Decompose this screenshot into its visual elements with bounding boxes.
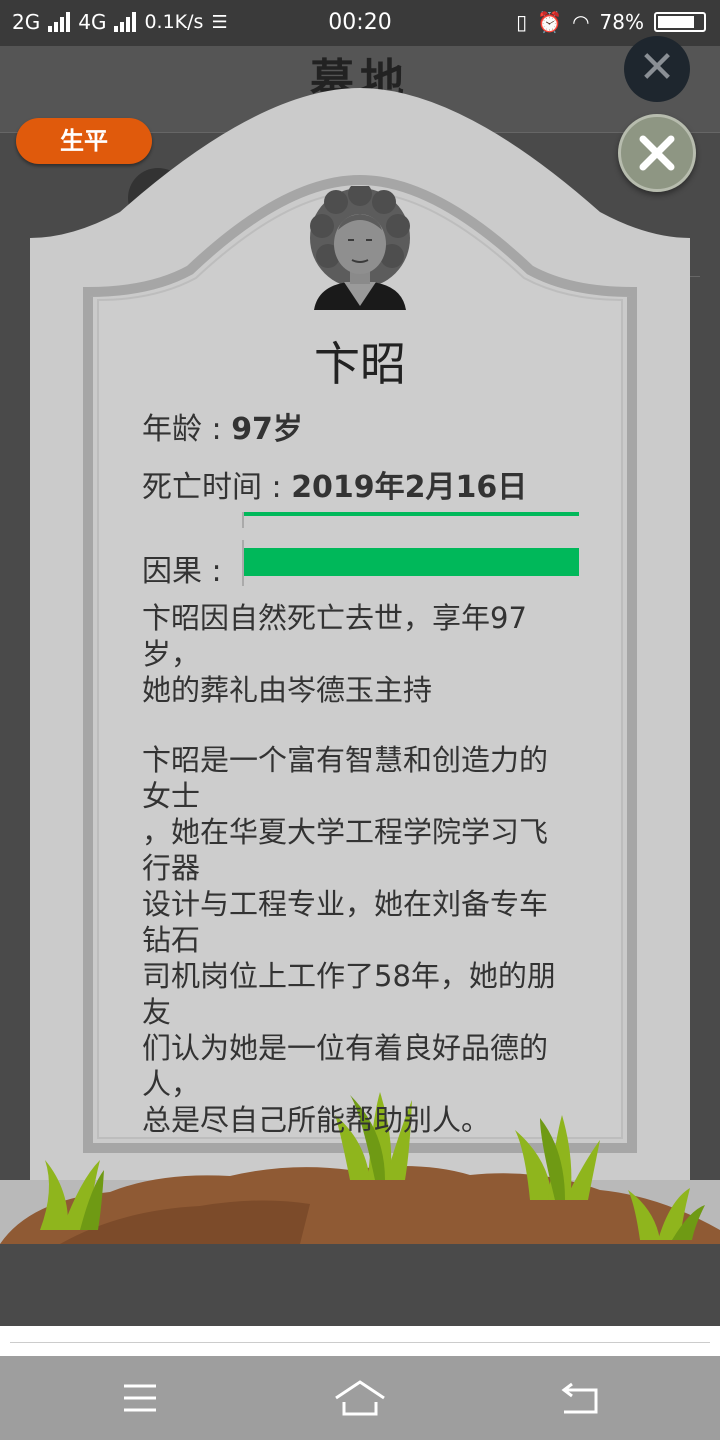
menu-button[interactable] — [110, 1376, 170, 1420]
death-time-label: 死亡时间 : — [142, 470, 292, 505]
back-button[interactable] — [550, 1376, 610, 1420]
bio-line: ，她在华夏大学工程学院学习飞行器 — [142, 815, 549, 885]
karma-label: 因果 : — [142, 554, 222, 589]
menu-icon — [124, 1384, 156, 1412]
close-button[interactable] — [618, 114, 696, 192]
back-icon — [561, 1382, 598, 1414]
bio-line: 设计与工程专业，她在刘备专车钻石 — [142, 887, 549, 957]
bio-line: 总是尽自己所能帮助别人。 — [142, 1103, 491, 1137]
bottom-panel — [0, 1244, 720, 1326]
life-button[interactable]: 生平 — [16, 118, 152, 164]
age-value: 97岁 — [231, 412, 303, 447]
stat-divider — [242, 512, 244, 528]
home-icon — [335, 1380, 385, 1416]
age-row: 年龄 : 97岁 — [142, 404, 303, 448]
karma-bar-fill — [244, 548, 579, 576]
age-label: 年龄 : — [142, 412, 232, 447]
karma-bar-track — [244, 548, 579, 576]
bottom-strip — [0, 1326, 720, 1356]
summary-line: 她的葬礼由岑德玉主持 — [142, 673, 433, 707]
death-time-value: 2019年2月16日 — [291, 470, 528, 505]
summary-line: 卞昭因自然死亡去世，享年97岁， — [142, 601, 527, 671]
biography: 卞昭是一个富有智慧和创造力的女士 ，她在华夏大学工程学院学习飞行器 设计与工程专… — [142, 742, 572, 1138]
death-time-row: 死亡时间 : 2019年2月16日 — [142, 462, 527, 506]
portrait-avatar — [310, 186, 410, 310]
navigation-bar — [0, 1356, 720, 1440]
bio-line: 卞昭是一个富有智慧和创造力的女士 — [142, 743, 549, 813]
bio-line: 们认为她是一位有着良好品德的人， — [142, 1031, 549, 1101]
bio-line: 司机岗位上工作了58年，她的朋友 — [142, 959, 556, 1029]
deceased-name: 卞昭 — [314, 337, 406, 391]
death-summary: 卞昭因自然死亡去世，享年97岁， 她的葬礼由岑德玉主持 — [142, 600, 572, 708]
clipped-stat-bar — [243, 512, 579, 516]
home-button[interactable] — [330, 1376, 390, 1420]
karma-row: 因果 : — [142, 546, 222, 590]
close-icon — [639, 135, 675, 171]
